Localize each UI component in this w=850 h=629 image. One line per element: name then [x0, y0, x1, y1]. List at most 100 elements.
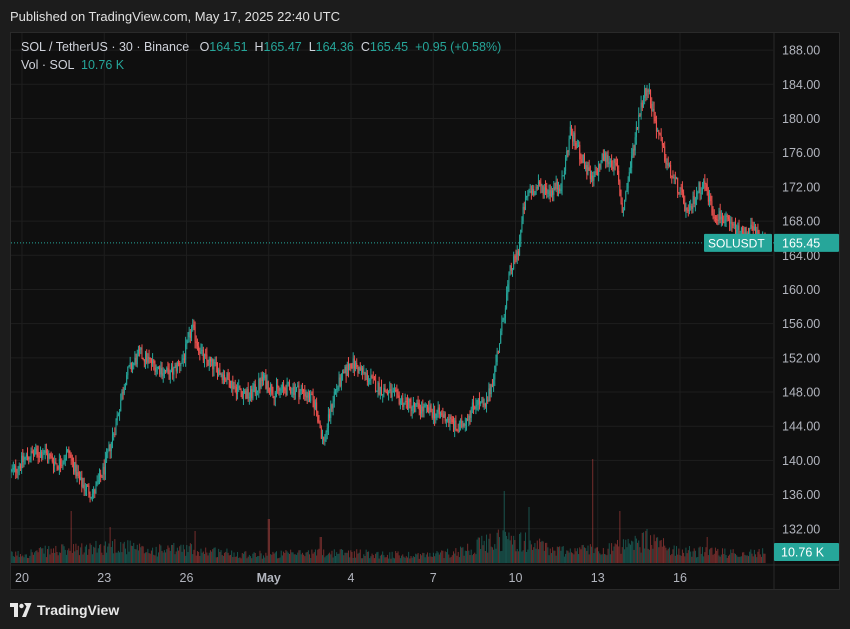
tradingview-brand[interactable]: TradingView: [37, 602, 119, 618]
candle-body: [300, 388, 302, 391]
volume-bar: [386, 554, 388, 563]
candle-body: [152, 359, 154, 364]
volume-bar: [720, 554, 722, 563]
candle-body: [128, 366, 130, 368]
volume-bar: [449, 557, 451, 563]
volume-bar: [462, 547, 464, 563]
candle-body: [267, 381, 269, 392]
candle-body: [717, 219, 719, 221]
volume-bar: [671, 554, 673, 563]
volume-bar: [28, 558, 30, 563]
volume-bar: [353, 551, 355, 563]
candle-body: [213, 362, 215, 370]
volume-bar: [393, 558, 395, 563]
candle-body: [658, 130, 660, 134]
candle-body: [89, 494, 91, 498]
candle-body: [516, 251, 518, 260]
candle-body: [192, 324, 194, 328]
candle-body: [16, 472, 18, 474]
candle-body: [188, 331, 190, 338]
volume-bar: [756, 557, 758, 563]
candle-body: [620, 195, 622, 204]
candle-body: [578, 144, 580, 147]
candle-body: [447, 418, 449, 420]
volume-bar: [351, 551, 353, 563]
candle-body: [322, 437, 324, 439]
volume-bar: [588, 554, 590, 563]
candle-body: [93, 489, 95, 494]
volume-bar: [692, 551, 694, 563]
candle-body: [355, 362, 357, 369]
candle-body: [30, 451, 32, 459]
volume-bar: [130, 545, 132, 563]
volume-bar: [326, 555, 328, 563]
candle-body: [11, 469, 13, 472]
candle-body: [272, 393, 274, 397]
volume-bar: [314, 549, 316, 563]
candle-body: [29, 458, 31, 460]
volume-bar: [22, 555, 24, 563]
candle-body: [507, 284, 509, 294]
volume-bar: [624, 549, 626, 563]
volume-bar: [206, 552, 208, 563]
price-chart[interactable]: 188.00 184.00 180.00 176.00 172.00 168.00 164.…: [11, 33, 839, 589]
volume-bar: [175, 551, 177, 563]
volume-bar: [725, 555, 727, 563]
volume-bar: [460, 546, 462, 563]
volume-bar: [96, 552, 98, 563]
candle-body: [52, 461, 54, 467]
volume-bar: [285, 550, 287, 563]
volume-bar: [392, 557, 394, 563]
candle-body: [596, 172, 598, 176]
volume-bar: [409, 558, 411, 563]
volume-bar: [365, 549, 367, 563]
volume-bar: [480, 548, 482, 563]
volume-bar: [286, 551, 288, 563]
volume-bar: [732, 549, 734, 563]
volume-bar: [664, 545, 666, 563]
candle-body: [205, 354, 207, 356]
last-price-symbol: SOLUSDT: [708, 236, 765, 250]
volume-bar: [615, 544, 617, 563]
candle-body: [441, 413, 443, 415]
candle-body: [548, 190, 550, 193]
volume-bar: [454, 553, 456, 563]
volume-label[interactable]: Vol · SOL: [21, 58, 74, 72]
candle-body: [416, 402, 418, 404]
candle-body: [558, 188, 560, 190]
candle-body: [556, 181, 558, 190]
volume-bar: [168, 547, 170, 563]
volume-bar: [124, 548, 126, 563]
candle-body: [496, 351, 498, 362]
volume-bar: [225, 551, 227, 563]
candle-body: [642, 98, 644, 108]
candle-body: [500, 331, 502, 344]
candle-body: [755, 226, 757, 234]
volume-bar: [614, 543, 616, 563]
symbol-title[interactable]: SOL / TetherUS · 30 · Binance: [21, 40, 189, 54]
candle-body: [565, 157, 567, 171]
volume-bar: [723, 554, 725, 563]
candle-body: [430, 405, 432, 413]
chart-panel[interactable]: 188.00 184.00 180.00 176.00 172.00 168.00 164.…: [10, 32, 840, 590]
candle-body: [666, 163, 668, 165]
volume-bar: [665, 547, 667, 563]
volume-tag: 10.76 K: [774, 543, 839, 561]
volume-bar: [70, 511, 72, 563]
volume-bar: [39, 547, 41, 563]
volume-bar: [148, 553, 150, 563]
candle-body: [50, 455, 52, 457]
candle-body: [187, 337, 189, 341]
volume-bar: [445, 552, 447, 563]
candle-body: [346, 364, 348, 376]
candle-body: [553, 187, 555, 195]
candle-body: [502, 320, 504, 322]
volume-bar: [57, 555, 59, 563]
volume-bar: [330, 554, 332, 563]
volume-bar: [145, 552, 147, 563]
candle-body: [280, 389, 282, 391]
volume-bar: [404, 557, 406, 563]
volume-bar: [110, 547, 112, 563]
last-price-tag: SOLUSDT 165.45: [704, 233, 839, 252]
candle-body: [23, 459, 25, 462]
